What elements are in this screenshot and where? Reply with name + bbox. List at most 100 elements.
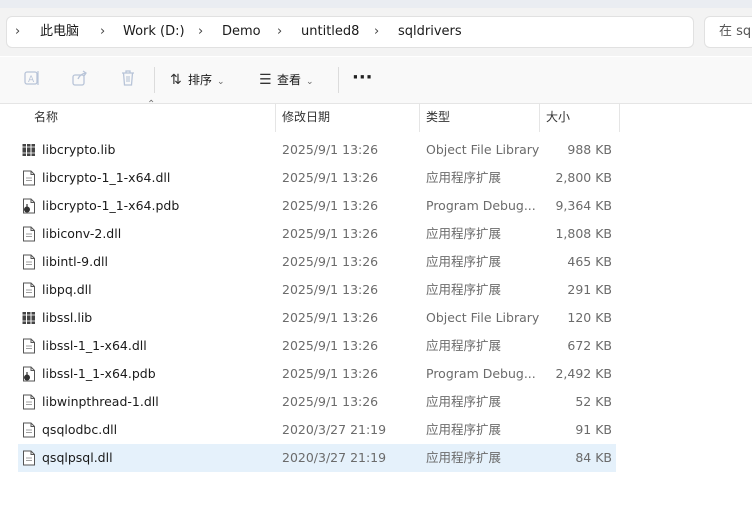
file-name: libcrypto.lib xyxy=(42,142,116,157)
address-bar[interactable]: › 此电脑 › Work (D:) › Demo › untitled8 › s… xyxy=(6,16,694,48)
column-divider[interactable] xyxy=(539,104,540,132)
file-size: 2,800 KB xyxy=(555,170,612,185)
file-row[interactable]: libiconv-2.dll 2025/9/1 13:26 应用程序扩展 1,808 … xyxy=(18,220,616,248)
delete-icon[interactable] xyxy=(117,69,139,91)
search-input[interactable]: 在 sq xyxy=(704,16,752,48)
breadcrumb-demo[interactable]: Demo xyxy=(222,17,261,47)
file-size: 988 KB xyxy=(567,142,612,157)
file-row[interactable]: libwinpthread-1.dll 2025/9/1 13:26 应用程序扩展 5… xyxy=(18,388,616,416)
file-type: Object File Library xyxy=(426,142,540,157)
file-row[interactable]: libcrypto-1_1-x64.pdb 2025/9/1 13:26 Progr… xyxy=(18,192,616,220)
dll-file-icon xyxy=(22,282,36,298)
file-name: libssl.lib xyxy=(42,310,93,325)
file-row[interactable]: libssl.lib 2025/9/1 13:26 Object File Libr… xyxy=(18,304,616,332)
file-row[interactable]: libcrypto.lib 2025/9/1 13:26 Object File L… xyxy=(18,136,616,164)
file-row[interactable]: libssl-1_1-x64.pdb 2025/9/1 13:26 Program … xyxy=(18,360,616,388)
file-type: Object File Library xyxy=(426,310,540,325)
file-type: Program Debug... xyxy=(426,198,536,213)
breadcrumb-this-pc[interactable]: 此电脑 xyxy=(40,17,79,47)
file-date: 2025/9/1 13:26 xyxy=(282,142,379,157)
sort-label: 排序 xyxy=(188,73,213,87)
file-name: libwinpthread-1.dll xyxy=(42,394,159,409)
file-date: 2025/9/1 13:26 xyxy=(282,170,379,185)
view-button[interactable]: ☰ 查看 ⌄ xyxy=(259,67,314,93)
file-name: libintl-9.dll xyxy=(42,254,108,269)
file-type: 应用程序扩展 xyxy=(426,226,502,241)
file-size: 672 KB xyxy=(567,338,612,353)
chevron-right-icon[interactable]: › xyxy=(374,17,379,47)
file-size: 2,492 KB xyxy=(555,366,612,381)
file-size: 291 KB xyxy=(567,282,612,297)
chevron-right-icon[interactable]: › xyxy=(198,17,203,47)
file-date: 2025/9/1 13:26 xyxy=(282,254,379,269)
chevron-right-icon[interactable]: › xyxy=(277,17,282,47)
breadcrumb-sqldrivers[interactable]: sqldrivers xyxy=(398,17,462,47)
file-type: 应用程序扩展 xyxy=(426,394,502,409)
dll-file-icon xyxy=(22,226,36,242)
chevron-right-icon[interactable]: › xyxy=(15,17,20,47)
file-name: libcrypto-1_1-x64.dll xyxy=(42,170,171,185)
file-date: 2020/3/27 21:19 xyxy=(282,422,387,437)
chevron-down-icon: ⌄ xyxy=(306,77,314,87)
column-header-row: ⌃ 名称 修改日期 类型 大小 xyxy=(0,99,752,132)
breadcrumb-untitled8[interactable]: untitled8 xyxy=(301,17,359,47)
file-row[interactable]: libintl-9.dll 2025/9/1 13:26 应用程序扩展 465 KB xyxy=(18,248,616,276)
file-name: qsqlpsql.dll xyxy=(42,450,113,465)
toolbar-divider xyxy=(338,67,339,93)
svg-text:A: A xyxy=(28,75,35,85)
file-date: 2025/9/1 13:26 xyxy=(282,198,379,213)
address-bar-row: › 此电脑 › Work (D:) › Demo › untitled8 › s… xyxy=(0,8,752,56)
file-size: 52 KB xyxy=(575,394,612,409)
file-size: 9,364 KB xyxy=(555,198,612,213)
breadcrumb-work-drive[interactable]: Work (D:) xyxy=(123,17,185,47)
file-type: 应用程序扩展 xyxy=(426,170,502,185)
share-icon[interactable] xyxy=(69,69,91,91)
file-row[interactable]: libcrypto-1_1-x64.dll 2025/9/1 13:26 应用程序扩… xyxy=(18,164,616,192)
file-row[interactable]: qsqlodbc.dll 2020/3/27 21:19 应用程序扩展 91 KB xyxy=(18,416,616,444)
chevron-right-icon[interactable]: › xyxy=(100,17,105,47)
sort-ascending-icon: ⌃ xyxy=(147,99,156,110)
file-date: 2025/9/1 13:26 xyxy=(282,366,379,381)
column-divider[interactable] xyxy=(275,104,276,132)
column-divider[interactable] xyxy=(619,104,620,132)
file-size: 465 KB xyxy=(567,254,612,269)
column-header-size[interactable]: 大小 xyxy=(546,104,570,132)
more-options-button[interactable]: ··· xyxy=(352,67,373,93)
toolbar-divider xyxy=(154,67,155,93)
rename-icon[interactable]: A xyxy=(21,69,43,91)
file-name: libpq.dll xyxy=(42,282,92,297)
dll-file-icon xyxy=(22,394,36,410)
chevron-down-icon: ⌄ xyxy=(217,77,225,87)
file-name: libssl-1_1-x64.pdb xyxy=(42,366,156,381)
file-date: 2020/3/27 21:19 xyxy=(282,450,387,465)
library-icon xyxy=(22,310,36,326)
file-date: 2025/9/1 13:26 xyxy=(282,338,379,353)
column-header-name[interactable]: 名称 xyxy=(34,104,58,132)
dll-file-icon xyxy=(22,254,36,270)
pdb-file-icon xyxy=(22,366,36,382)
dll-file-icon xyxy=(22,338,36,354)
file-size: 84 KB xyxy=(575,450,612,465)
file-row[interactable]: libpq.dll 2025/9/1 13:26 应用程序扩展 291 KB xyxy=(18,276,616,304)
file-type: 应用程序扩展 xyxy=(426,422,502,437)
file-date: 2025/9/1 13:26 xyxy=(282,226,379,241)
column-divider[interactable] xyxy=(419,104,420,132)
file-date: 2025/9/1 13:26 xyxy=(282,394,379,409)
file-type: 应用程序扩展 xyxy=(426,282,502,297)
file-row[interactable]: libssl-1_1-x64.dll 2025/9/1 13:26 应用程序扩展 67… xyxy=(18,332,616,360)
view-list-icon: ☰ xyxy=(259,72,272,88)
sort-icon: ⇅ xyxy=(170,72,182,88)
file-name: libiconv-2.dll xyxy=(42,226,122,241)
column-header-date[interactable]: 修改日期 xyxy=(282,104,330,132)
column-header-type[interactable]: 类型 xyxy=(426,104,450,132)
file-name: libssl-1_1-x64.dll xyxy=(42,338,147,353)
library-icon xyxy=(22,142,36,158)
sort-button[interactable]: ⇅ 排序 ⌄ xyxy=(170,67,225,93)
dll-file-icon xyxy=(22,422,36,438)
file-list: ⌃ 名称 修改日期 类型 大小 libcrypto.lib 2025/9/1 13… xyxy=(0,99,752,526)
command-bar: A ⇅ 排序 ⌄ ☰ 查看 ⌄ ··· xyxy=(0,57,752,104)
file-size: 1,808 KB xyxy=(555,226,612,241)
file-row[interactable]: qsqlpsql.dll 2020/3/27 21:19 应用程序扩展 84 KB xyxy=(18,444,616,472)
dll-file-icon xyxy=(22,170,36,186)
file-type: Program Debug... xyxy=(426,366,536,381)
